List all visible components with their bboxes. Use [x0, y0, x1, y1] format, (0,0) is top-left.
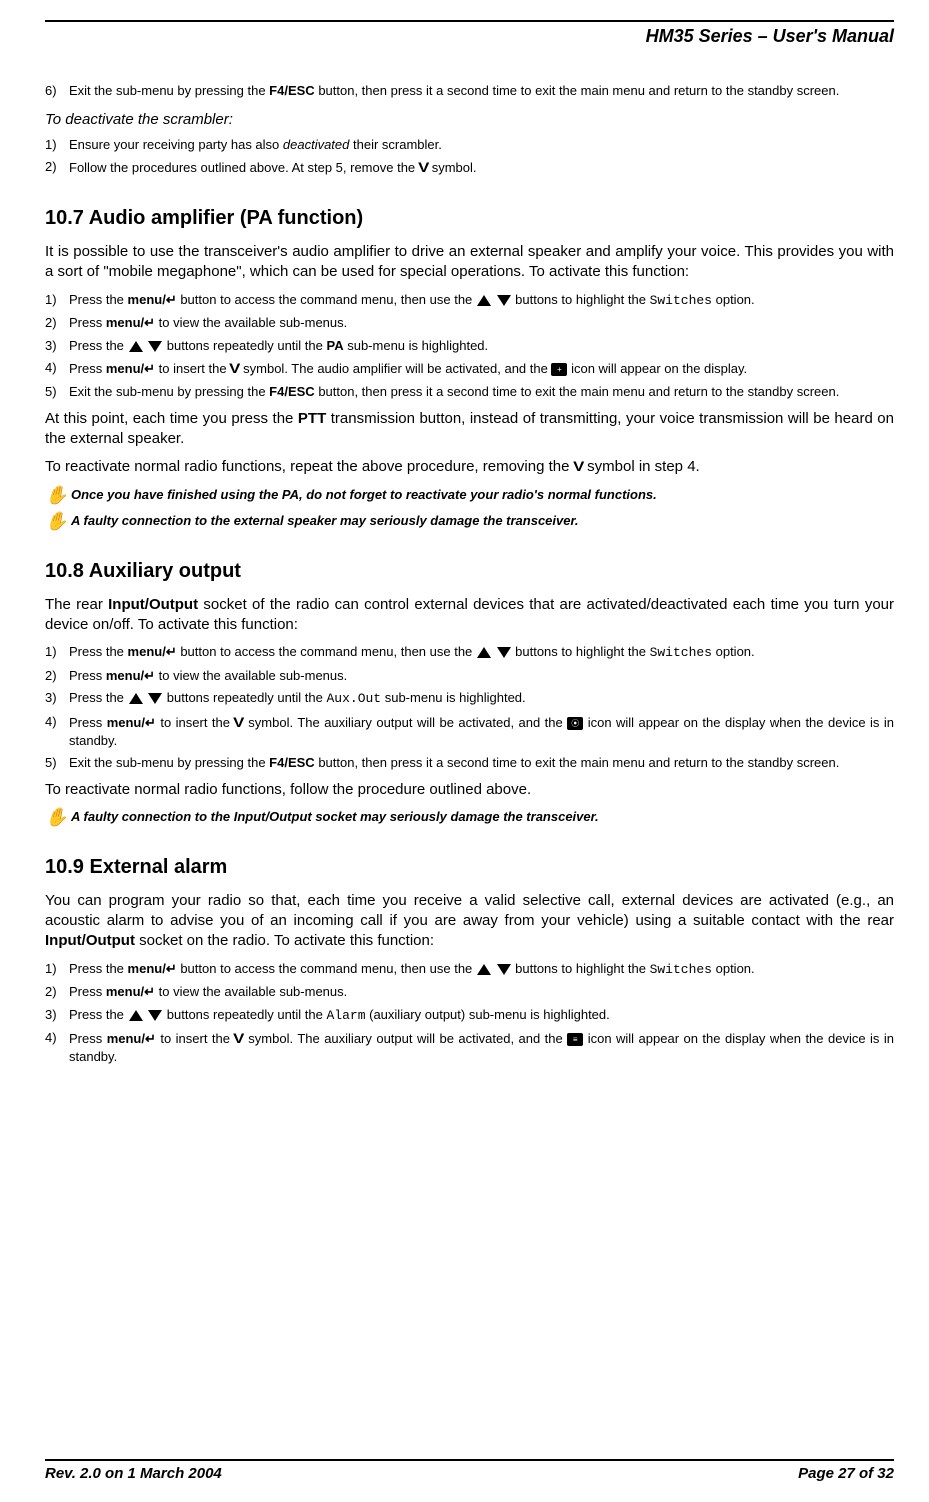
note-text: A faulty connection to the external spea… — [71, 512, 578, 530]
step-text: Exit the sub-menu by pressing the F4/ESC… — [69, 754, 894, 772]
up-arrow-icon — [477, 647, 491, 658]
check-icon: V — [234, 713, 245, 732]
check-icon: V — [234, 1029, 245, 1048]
step-text: Press menu/↵ to view the available sub-m… — [69, 667, 894, 685]
step-number: 3) — [45, 1006, 69, 1025]
aux-display-icon: ⦿ — [567, 717, 583, 730]
step-number: 5) — [45, 754, 69, 772]
step-item: 4) Press menu/↵ to insert the V symbol. … — [45, 713, 894, 749]
step-number: 4) — [45, 713, 69, 749]
section-intro: The rear Input/Output socket of the radi… — [45, 595, 894, 636]
step-item: 2) Press menu/↵ to view the available su… — [45, 983, 894, 1001]
step-text: Press the buttons repeatedly until the A… — [69, 1006, 894, 1025]
footer-revision: Rev. 2.0 on 1 March 2004 — [45, 1465, 222, 1482]
up-arrow-icon — [129, 1010, 143, 1021]
page-header: HM35 Series – User's Manual — [45, 26, 894, 47]
step-item: 2) Press menu/↵ to view the available su… — [45, 667, 894, 685]
step-text: Press menu/↵ to insert the V symbol. The… — [69, 713, 894, 749]
step-text: Press menu/↵ to insert the V symbol. The… — [69, 1029, 894, 1065]
step-number: 2) — [45, 983, 69, 1001]
section-intro: It is possible to use the transceiver's … — [45, 242, 894, 283]
hand-icon: ✋ — [45, 808, 71, 826]
step-text: Press the menu/↵ button to access the co… — [69, 291, 894, 310]
note-item: ✋ A faulty connection to the Input/Outpu… — [45, 808, 894, 826]
step-number: 3) — [45, 689, 69, 708]
step-number: 1) — [45, 136, 69, 154]
pa-display-icon: + — [551, 363, 567, 376]
note-item: ✋ A faulty connection to the external sp… — [45, 512, 894, 530]
step-number: 5) — [45, 383, 69, 401]
step-item: 1) Press the menu/↵ button to access the… — [45, 960, 894, 979]
down-arrow-icon — [148, 1010, 162, 1021]
up-arrow-icon — [129, 341, 143, 352]
step-item: 3) Press the buttons repeatedly until th… — [45, 689, 894, 708]
hand-icon: ✋ — [45, 512, 71, 530]
down-arrow-icon — [497, 964, 511, 975]
page-footer: Rev. 2.0 on 1 March 2004 Page 27 of 32 — [45, 1459, 894, 1482]
note-text: A faulty connection to the Input/Output … — [71, 808, 599, 826]
step-number: 3) — [45, 337, 69, 355]
step-item: 4) Press menu/↵ to insert the V symbol. … — [45, 1029, 894, 1065]
down-arrow-icon — [148, 341, 162, 352]
step-text: Press the buttons repeatedly until the A… — [69, 689, 894, 708]
step-number: 1) — [45, 291, 69, 310]
step-text: Press menu/↵ to view the available sub-m… — [69, 314, 894, 332]
step-item: 1) Press the menu/↵ button to access the… — [45, 643, 894, 662]
up-arrow-icon — [477, 295, 491, 306]
hand-icon: ✋ — [45, 486, 71, 504]
check-icon: V — [229, 359, 240, 378]
step-item: 1) Press the menu/↵ button to access the… — [45, 291, 894, 310]
section-intro: You can program your radio so that, each… — [45, 891, 894, 952]
down-arrow-icon — [497, 295, 511, 306]
step-number: 2) — [45, 667, 69, 685]
section-heading-107: 10.7 Audio amplifier (PA function) — [45, 205, 894, 232]
up-arrow-icon — [477, 964, 491, 975]
step-number: 1) — [45, 960, 69, 979]
deactivate-heading: To deactivate the scrambler: — [45, 110, 894, 130]
check-icon: V — [418, 158, 429, 177]
footer-page-number: Page 27 of 32 — [798, 1465, 894, 1482]
step-text: Exit the sub-menu by pressing the F4/ESC… — [69, 82, 894, 100]
step-number: 2) — [45, 158, 69, 177]
up-arrow-icon — [129, 693, 143, 704]
note-item: ✋ Once you have finished using the PA, d… — [45, 486, 894, 504]
step-item: 2) Follow the procedures outlined above.… — [45, 158, 894, 177]
step-item: 6) Exit the sub-menu by pressing the F4/… — [45, 82, 894, 100]
body-text: At this point, each time you press the P… — [45, 409, 894, 450]
step-number: 1) — [45, 643, 69, 662]
alarm-display-icon: ≡ — [567, 1033, 583, 1046]
step-item: 3) Press the buttons repeatedly until th… — [45, 1006, 894, 1025]
step-number: 2) — [45, 314, 69, 332]
step-item: 3) Press the buttons repeatedly until th… — [45, 337, 894, 355]
section-heading-108: 10.8 Auxiliary output — [45, 558, 894, 585]
step-text: Press menu/↵ to insert the V symbol. The… — [69, 359, 894, 378]
step-item: 5) Exit the sub-menu by pressing the F4/… — [45, 754, 894, 772]
body-text: To reactivate normal radio functions, fo… — [45, 780, 894, 800]
section-heading-109: 10.9 External alarm — [45, 854, 894, 881]
step-text: Exit the sub-menu by pressing the F4/ESC… — [69, 383, 894, 401]
step-number: 4) — [45, 1029, 69, 1065]
note-text: Once you have finished using the PA, do … — [71, 486, 657, 504]
step-text: Follow the procedures outlined above. At… — [69, 158, 894, 177]
check-icon: V — [573, 457, 584, 476]
step-text: Press the menu/↵ button to access the co… — [69, 960, 894, 979]
step-item: 1) Ensure your receiving party has also … — [45, 136, 894, 154]
step-item: 4) Press menu/↵ to insert the V symbol. … — [45, 359, 894, 378]
down-arrow-icon — [497, 647, 511, 658]
step-text: Ensure your receiving party has also dea… — [69, 136, 894, 154]
down-arrow-icon — [148, 693, 162, 704]
step-text: Press menu/↵ to view the available sub-m… — [69, 983, 894, 1001]
step-number: 6) — [45, 82, 69, 100]
step-item: 2) Press menu/↵ to view the available su… — [45, 314, 894, 332]
step-number: 4) — [45, 359, 69, 378]
step-item: 5) Exit the sub-menu by pressing the F4/… — [45, 383, 894, 401]
step-text: Press the menu/↵ button to access the co… — [69, 643, 894, 662]
step-text: Press the buttons repeatedly until the P… — [69, 337, 894, 355]
body-text: To reactivate normal radio functions, re… — [45, 457, 894, 477]
